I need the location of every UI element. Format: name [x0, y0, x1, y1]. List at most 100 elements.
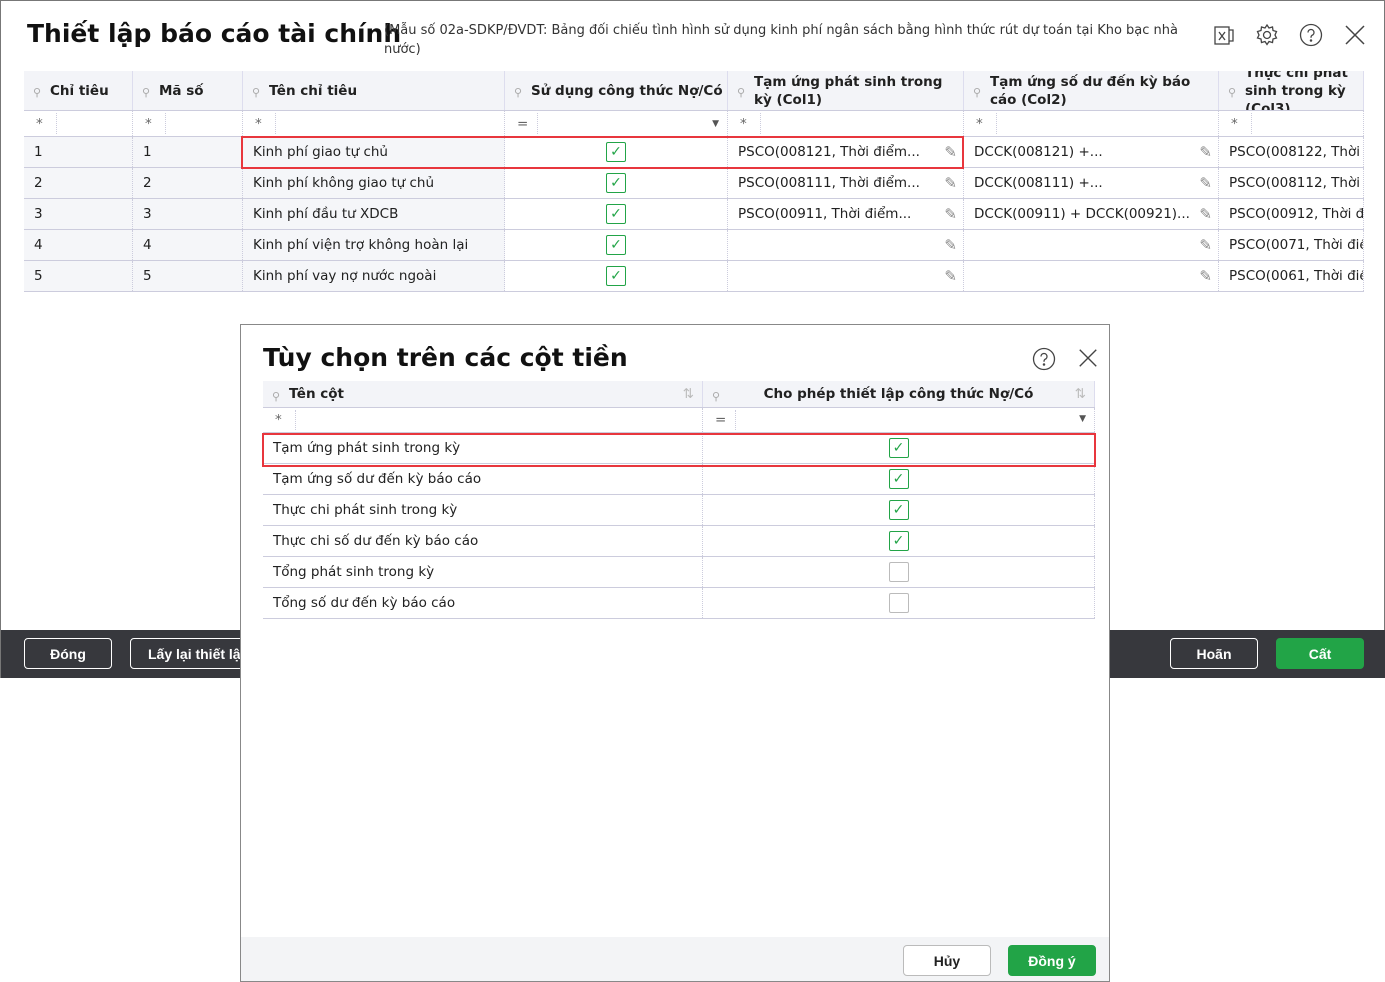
pin-icon[interactable]: ⚲	[973, 84, 981, 102]
checkbox[interactable]: ✓	[606, 235, 626, 255]
pin-icon[interactable]: ⚲	[252, 84, 260, 102]
filter-cell[interactable]: *	[133, 111, 243, 136]
formula-toggle-cell: ✓	[505, 261, 728, 291]
filter-operator[interactable]: *	[740, 116, 747, 132]
pin-icon[interactable]: ⚲	[142, 84, 150, 102]
table-row[interactable]: Thực chi phát sinh trong kỳ ✓	[263, 495, 1095, 526]
pin-icon[interactable]: ⚲	[737, 84, 745, 102]
col3-cell[interactable]: PSCO(00912, Thời điểm...	[1219, 199, 1364, 229]
checkbox[interactable]: ✓	[888, 531, 909, 551]
close-icon[interactable]	[1343, 23, 1367, 47]
help-icon[interactable]	[1299, 23, 1323, 47]
filter-cell[interactable]: *	[728, 111, 964, 136]
filter-cell[interactable]: *	[263, 408, 703, 432]
col3-cell[interactable]: PSCO(0061, Thời điểm...	[1219, 261, 1364, 291]
col1-cell[interactable]: PSCO(00911, Thời điểm... ✎	[728, 199, 964, 229]
column-header[interactable]: ⚲ Tạm ứng số dư đến kỳ báo cáo (Col2)	[964, 71, 1219, 110]
cancel-button[interactable]: Hủy	[903, 945, 991, 976]
pencil-icon[interactable]: ✎	[944, 236, 957, 254]
column-header[interactable]: ⚲ Tên chỉ tiêu	[243, 71, 505, 110]
pencil-icon[interactable]: ✎	[1199, 143, 1212, 161]
table-row[interactable]: Thực chi số dư đến kỳ báo cáo ✓	[263, 526, 1095, 557]
filter-operator[interactable]: *	[255, 116, 262, 132]
chi-tieu-cell: 1	[24, 137, 133, 167]
close-icon[interactable]	[1077, 347, 1099, 369]
filter-cell[interactable]: *	[243, 111, 505, 136]
column-header[interactable]: ⚲ Mã số	[133, 71, 243, 110]
table-row[interactable]: 4 4 Kinh phí viện trợ không hoàn lại ✓ ✎…	[24, 230, 1364, 261]
filter-cell[interactable]: *	[24, 111, 133, 136]
pencil-icon[interactable]: ✎	[944, 267, 957, 285]
checkbox[interactable]: ✓	[606, 173, 626, 193]
table-row[interactable]: 2 2 Kinh phí không giao tự chủ ✓ PSCO(00…	[24, 168, 1364, 199]
pin-icon[interactable]: ⚲	[272, 388, 280, 406]
pencil-icon[interactable]: ✎	[944, 174, 957, 192]
column-header[interactable]: ⚲ Chỉ tiêu	[24, 71, 133, 110]
checkbox[interactable]	[888, 593, 909, 613]
pencil-icon[interactable]: ✎	[1199, 174, 1212, 192]
column-name-cell: Tổng số dư đến kỳ báo cáo	[263, 588, 703, 618]
column-header[interactable]: ⚲ Tạm ứng phát sinh trong kỳ (Col1)	[728, 71, 964, 110]
filter-operator[interactable]: *	[36, 116, 43, 132]
column-header[interactable]: ⚲ Sử dụng công thức Nợ/Có	[505, 71, 728, 110]
col2-cell[interactable]: DCCK(008121) +... ✎	[964, 137, 1219, 167]
sort-icon[interactable]: ⇅	[683, 385, 694, 403]
pencil-icon[interactable]: ✎	[1199, 205, 1212, 223]
help-icon[interactable]	[1032, 347, 1056, 371]
pencil-icon[interactable]: ✎	[1199, 267, 1212, 285]
checkbox[interactable]: ✓	[606, 266, 626, 286]
column-label: Tạm ứng phát sinh trong kỳ (Col1)	[754, 73, 943, 108]
column-header[interactable]: ⚲ Cho phép thiết lập công thức Nợ/Có ⇅	[703, 381, 1095, 407]
checkbox[interactable]: ✓	[606, 204, 626, 224]
column-header[interactable]: ⚲ Tên cột ⇅	[263, 381, 703, 407]
excel-icon[interactable]	[1212, 23, 1236, 47]
cancel-button[interactable]: Hoãn	[1170, 638, 1258, 669]
allow-formula-cell	[703, 588, 1095, 618]
col2-cell[interactable]: ✎	[964, 261, 1219, 291]
formula-text: PSCO(008112, Thời điểm...	[1229, 175, 1363, 191]
dropdown-arrow-icon[interactable]: ▼	[1079, 414, 1086, 424]
allow-formula-cell: ✓	[703, 464, 1095, 494]
table-row[interactable]: 5 5 Kinh phí vay nợ nước ngoài ✓ ✎ ✎ PSC…	[24, 261, 1364, 292]
table-row[interactable]: Tổng số dư đến kỳ báo cáo	[263, 588, 1095, 619]
filter-operator[interactable]: *	[145, 116, 152, 132]
col3-cell[interactable]: PSCO(008122, Thời điểm...	[1219, 137, 1364, 167]
save-button[interactable]: Cất	[1276, 638, 1364, 669]
col2-cell[interactable]: ✎	[964, 230, 1219, 260]
page-title: Thiết lập báo cáo tài chính	[27, 19, 402, 48]
col2-cell[interactable]: DCCK(008111) +... ✎	[964, 168, 1219, 198]
ok-button[interactable]: Đồng ý	[1008, 945, 1096, 976]
filter-operator[interactable]: *	[275, 412, 282, 428]
col1-cell[interactable]: ✎	[728, 261, 964, 291]
filter-operator[interactable]: =	[517, 116, 528, 132]
checkbox[interactable]: ✓	[888, 500, 909, 520]
col1-cell[interactable]: PSCO(008111, Thời điểm... ✎	[728, 168, 964, 198]
checkbox[interactable]	[888, 562, 909, 582]
pin-icon[interactable]: ⚲	[1228, 84, 1236, 102]
pin-icon[interactable]: ⚲	[712, 388, 720, 406]
filter-cell[interactable]: = ▼	[505, 111, 728, 136]
gear-icon[interactable]	[1255, 23, 1279, 47]
filter-operator[interactable]: *	[976, 116, 983, 132]
pencil-icon[interactable]: ✎	[1199, 236, 1212, 254]
table-row[interactable]: Tổng phát sinh trong kỳ	[263, 557, 1095, 588]
pencil-icon[interactable]: ✎	[944, 205, 957, 223]
dropdown-arrow-icon[interactable]: ▼	[712, 119, 719, 129]
column-header[interactable]: ⚲ Thực chi phát sinh trong kỳ (Col3)	[1219, 71, 1364, 110]
filter-cell[interactable]: *	[1219, 111, 1364, 136]
table-row[interactable]: Tạm ứng số dư đến kỳ báo cáo ✓	[263, 464, 1095, 495]
filter-operator[interactable]: *	[1231, 116, 1238, 132]
col1-cell[interactable]: ✎	[728, 230, 964, 260]
pin-icon[interactable]: ⚲	[33, 84, 41, 102]
filter-cell[interactable]: = ▼	[703, 408, 1095, 432]
col3-cell[interactable]: PSCO(0071, Thời điểm...	[1219, 230, 1364, 260]
col2-cell[interactable]: DCCK(00911) + DCCK(00921)... ✎	[964, 199, 1219, 229]
col3-cell[interactable]: PSCO(008112, Thời điểm...	[1219, 168, 1364, 198]
table-row[interactable]: 3 3 Kinh phí đầu tư XDCB ✓ PSCO(00911, T…	[24, 199, 1364, 230]
filter-operator[interactable]: =	[715, 412, 726, 428]
checkbox[interactable]: ✓	[888, 469, 909, 489]
close-button[interactable]: Đóng	[24, 638, 112, 669]
filter-cell[interactable]: *	[964, 111, 1219, 136]
sort-icon[interactable]: ⇅	[1075, 385, 1086, 403]
pin-icon[interactable]: ⚲	[514, 84, 522, 102]
